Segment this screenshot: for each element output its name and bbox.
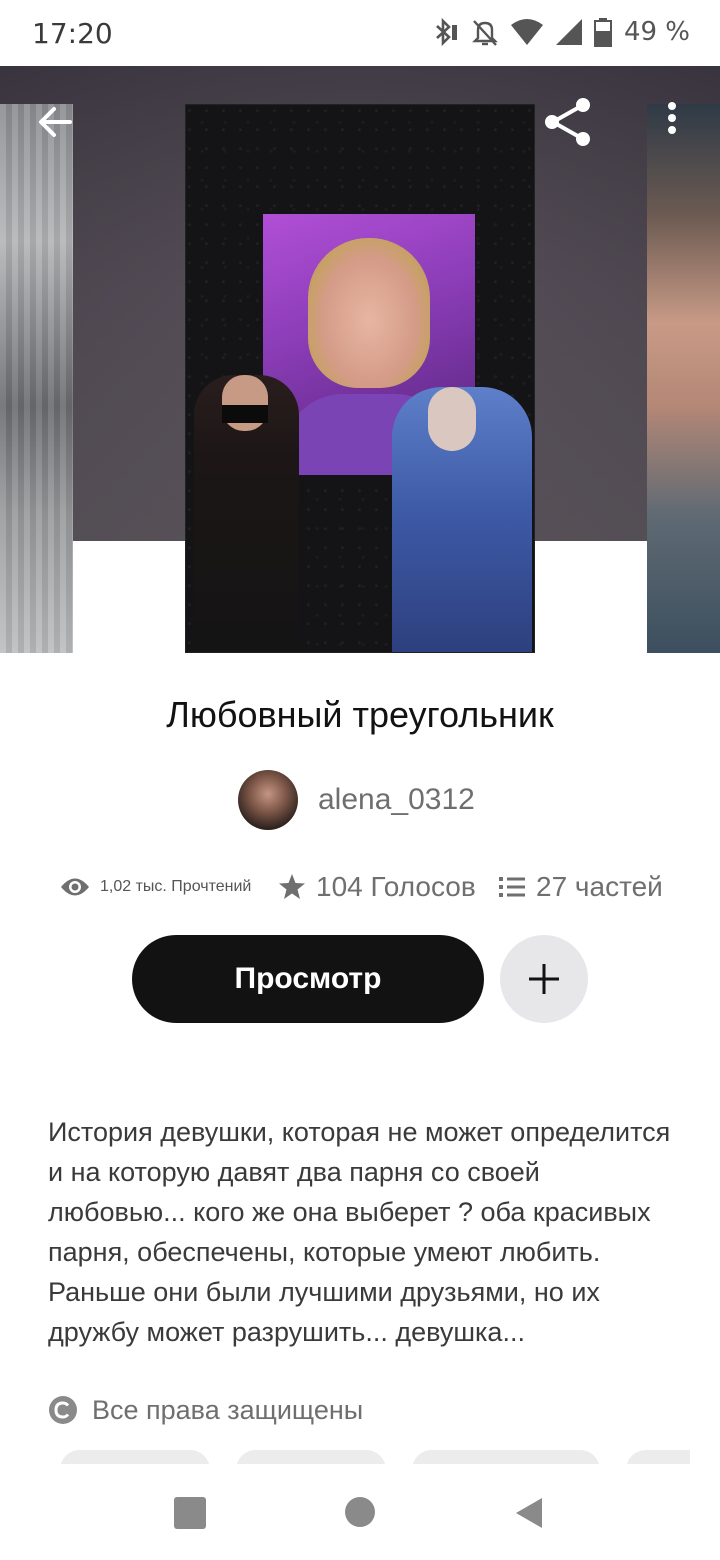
previous-story-cover[interactable]: [0, 104, 73, 653]
read-button[interactable]: Просмотр: [132, 935, 484, 1023]
copyright-label: Все права защищены: [92, 1394, 364, 1425]
list-icon: [499, 877, 525, 897]
votes-stat: 104 Голосов: [278, 864, 476, 910]
author-name[interactable]: alena_0312: [318, 783, 475, 817]
author-row[interactable]: alena_0312: [238, 770, 475, 830]
share-icon[interactable]: [541, 96, 593, 148]
signal-icon: [555, 19, 582, 45]
story-title: Любовный треугольник: [166, 694, 554, 735]
copyright-icon: [49, 1396, 77, 1424]
next-story-cover[interactable]: [647, 104, 720, 653]
story-stats: 1,02 тыс. Прочтений 104 Голосов 27 часте…: [0, 864, 720, 910]
reads-count: 1,02 тыс. Прочтений: [100, 878, 252, 895]
star-icon: [279, 874, 305, 899]
story-description: История девушки, которая не может опреде…: [48, 1117, 671, 1347]
wifi-icon: [510, 19, 543, 45]
copyright-row: Все права защищены: [48, 1390, 363, 1430]
battery-icon: [593, 18, 612, 47]
silent-icon: [472, 20, 498, 46]
system-nav-bar: [0, 1464, 720, 1560]
story-hero: [0, 66, 720, 653]
more-vert-icon[interactable]: [656, 100, 688, 144]
story-cover: [185, 104, 535, 653]
reads-stat: 1,02 тыс. Прочтений: [60, 864, 251, 910]
eye-icon: [61, 878, 89, 896]
nav-back-icon[interactable]: [514, 1496, 544, 1530]
cover-girl-face: [308, 238, 430, 388]
author-avatar[interactable]: [238, 770, 298, 830]
cover-boy-left: [194, 375, 299, 652]
votes-count: 104 Голосов: [316, 871, 476, 902]
parts-count: 27 частей: [536, 871, 663, 902]
battery-percent: 49 %: [623, 17, 690, 47]
add-to-library-button[interactable]: [500, 935, 588, 1023]
back-arrow-icon[interactable]: [36, 102, 76, 142]
status-icons: 49 %: [428, 16, 690, 48]
recents-icon[interactable]: [174, 1497, 206, 1529]
status-time: 17:20: [32, 17, 113, 50]
status-bar: 17:20 49 %: [0, 0, 720, 66]
parts-stat: 27 частей: [498, 864, 663, 910]
bluetooth-icon: [436, 17, 457, 47]
cover-boy-right: [392, 387, 532, 652]
home-icon[interactable]: [345, 1497, 375, 1527]
plus-icon: [529, 964, 559, 994]
